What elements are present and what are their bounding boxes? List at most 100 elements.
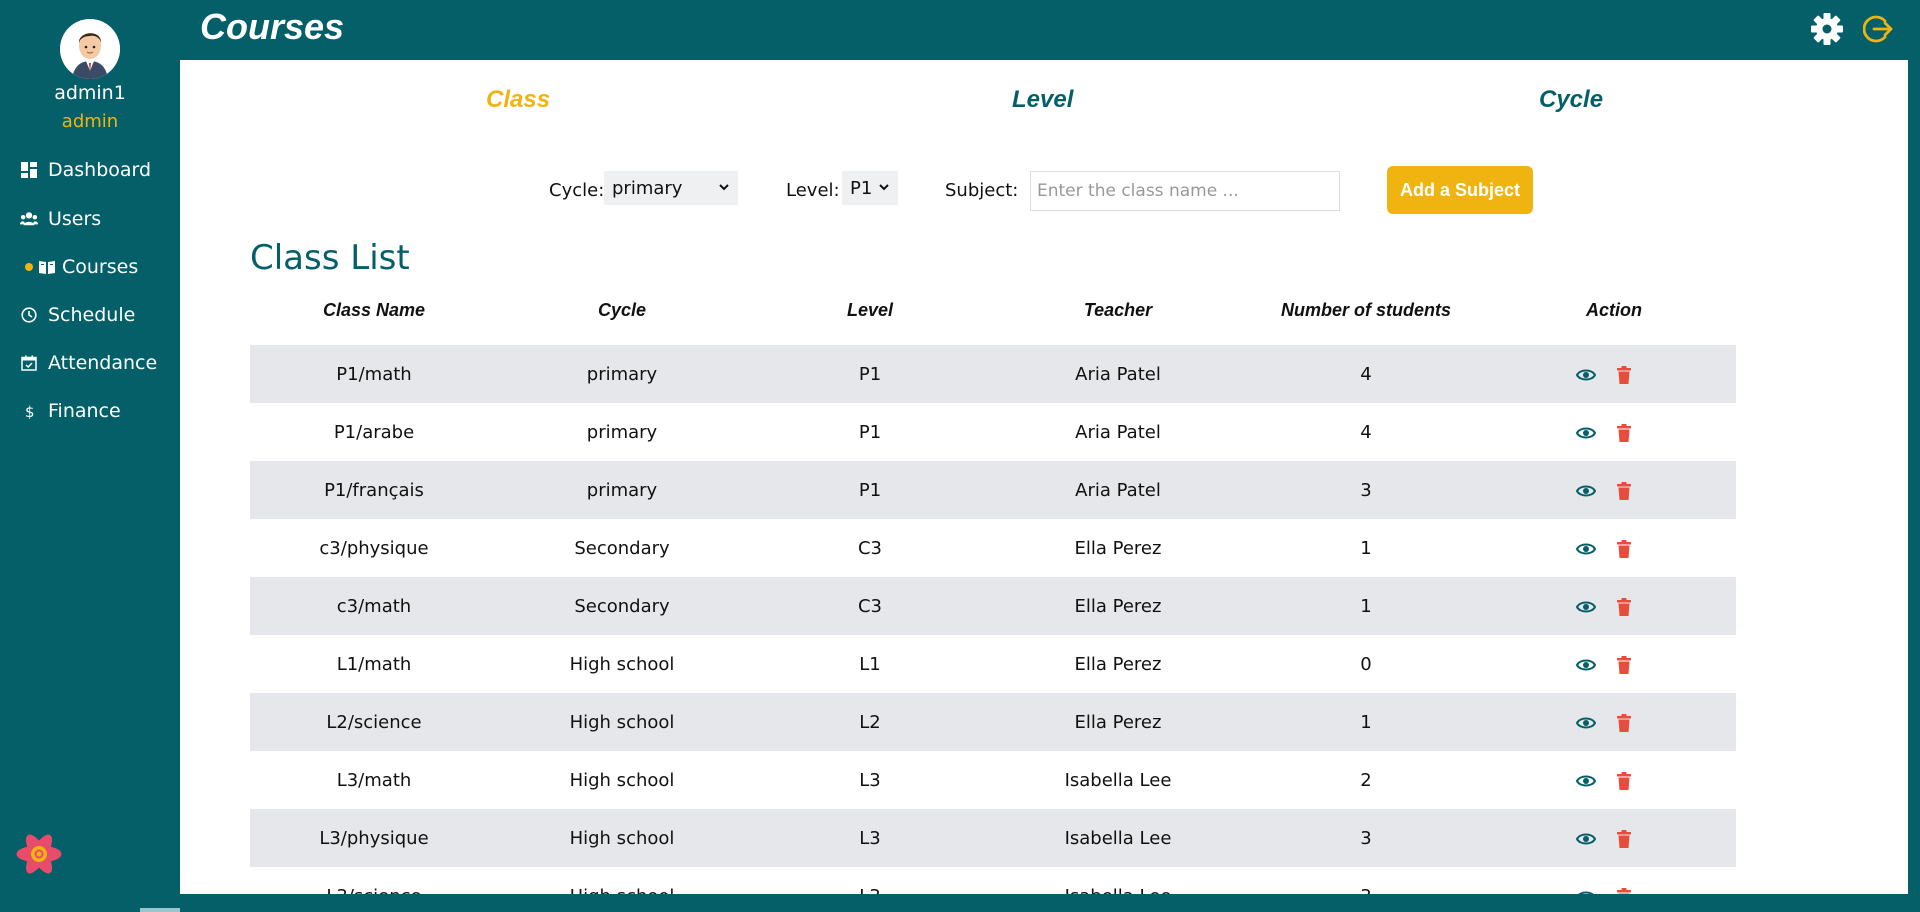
level-cell: C3 — [857, 596, 883, 617]
cycle-select[interactable]: primary — [604, 171, 738, 205]
cycle-cell: primary — [586, 364, 658, 385]
eye-icon[interactable] — [1576, 713, 1596, 733]
teacher-cell: Isabella Lee — [1064, 828, 1172, 849]
eye-icon[interactable] — [1576, 887, 1596, 894]
sidebar-item-courses[interactable]: Courses — [0, 249, 180, 285]
level-cell: P1 — [858, 480, 882, 501]
dollar-icon: $ — [20, 402, 38, 420]
horizontal-scrollbar[interactable] — [180, 894, 1920, 912]
sidebar-item-label: Users — [48, 208, 102, 230]
eye-icon[interactable] — [1576, 597, 1596, 617]
eye-icon[interactable] — [1576, 365, 1596, 385]
level-cell: L3 — [859, 770, 881, 791]
students-cell: 3 — [1360, 480, 1372, 501]
trash-icon[interactable] — [1614, 655, 1634, 675]
level-cell: L3 — [746, 886, 994, 894]
teacher-cell: Isabella Lee — [1064, 770, 1172, 791]
table-row: L3/scienceHigh schoolL3Isabella Lee3 — [250, 867, 1736, 894]
level-cell: L1 — [859, 654, 881, 675]
teacher-cell: Isabella Lee — [994, 886, 1242, 894]
sidebar-item-label: Schedule — [48, 304, 136, 326]
teacher-cell: Ella Perez — [1074, 538, 1162, 559]
trash-icon[interactable] — [1614, 597, 1634, 617]
level-cell: L3 — [859, 828, 881, 849]
cycle-cell: primary — [586, 480, 658, 501]
sidebar-item-dashboard[interactable]: Dashboard — [0, 152, 180, 188]
students-cell: 2 — [1360, 770, 1372, 791]
tab-cycle[interactable]: Cycle — [1539, 86, 1603, 114]
students-cell: 3 — [1242, 886, 1490, 894]
chevron-down-icon — [719, 184, 729, 191]
eye-icon[interactable] — [1576, 539, 1596, 559]
logout-icon[interactable] — [1863, 13, 1895, 45]
dashboard-icon — [20, 161, 38, 179]
cycle-cell: Secondary — [574, 596, 670, 617]
clock-icon — [20, 306, 38, 324]
table-row: c3/math Secondary C3 Ella Perez 1 — [250, 577, 1736, 635]
level-cell: P1 — [858, 364, 882, 385]
react-logo-icon — [16, 834, 62, 874]
cycle-cell: High school — [498, 886, 746, 894]
level-select[interactable]: P1 — [842, 171, 898, 205]
eye-icon[interactable] — [1576, 423, 1596, 443]
table-header: Class Name Cycle Level Teacher Number of… — [250, 300, 1736, 330]
class-name-cell: P1/français — [324, 480, 424, 501]
chevron-down-icon — [879, 184, 889, 191]
sidebar-item-schedule[interactable]: Schedule — [0, 297, 180, 333]
table-row: P1/math primary P1 Aria Patel 4 — [250, 345, 1736, 403]
subject-label: Subject: — [945, 180, 1019, 201]
teacher-cell: Aria Patel — [1075, 480, 1161, 501]
book-icon — [38, 258, 56, 276]
level-cell: L2 — [859, 712, 881, 733]
cycle-cell: High school — [569, 770, 675, 791]
teacher-cell: Ella Perez — [1074, 654, 1162, 675]
sidebar: admin1 admin Dashboard Users Courses Sch… — [0, 0, 180, 912]
sidebar-item-label: Dashboard — [48, 159, 152, 181]
students-cell: 1 — [1360, 538, 1372, 559]
trash-icon[interactable] — [1614, 539, 1634, 559]
teacher-cell: Ella Perez — [1074, 712, 1162, 733]
class-name-cell: P1/arabe — [333, 422, 415, 443]
header-class-name: Class Name — [322, 300, 426, 320]
cycle-select-value: primary — [612, 177, 683, 199]
trash-icon[interactable] — [1614, 365, 1634, 385]
level-select-value: P1 — [850, 177, 873, 199]
trash-icon[interactable] — [1614, 481, 1634, 501]
sidebar-item-attendance[interactable]: Attendance — [0, 345, 180, 381]
class-name-cell: L3/math — [336, 770, 412, 791]
trash-icon[interactable] — [1614, 771, 1634, 791]
eye-icon[interactable] — [1576, 771, 1596, 791]
eye-icon[interactable] — [1576, 829, 1596, 849]
sidebar-item-finance[interactable]: $ Finance — [0, 393, 180, 429]
table-row: L1/math High school L1 Ella Perez 0 — [250, 635, 1736, 693]
header-number-of-students: Number of students — [1280, 300, 1451, 320]
trash-icon[interactable] — [1614, 887, 1634, 894]
level-label: Level: — [786, 180, 840, 201]
user-name: admin1 — [54, 82, 126, 104]
header-teacher: Teacher — [1083, 300, 1153, 320]
students-cell: 1 — [1360, 712, 1372, 733]
scrollbar-thumb[interactable] — [140, 908, 180, 912]
table-row: P1/français primary P1 Aria Patel 3 — [250, 461, 1736, 519]
subject-input[interactable] — [1030, 171, 1340, 211]
students-cell: 3 — [1360, 828, 1372, 849]
tab-level[interactable]: Level — [1012, 86, 1073, 114]
eye-icon[interactable] — [1576, 655, 1596, 675]
tab-class[interactable]: Class — [486, 86, 550, 114]
user-role: admin — [61, 111, 119, 132]
avatar[interactable] — [60, 19, 120, 79]
trash-icon[interactable] — [1614, 423, 1634, 443]
trash-icon[interactable] — [1614, 829, 1634, 849]
sidebar-item-label: Courses — [62, 256, 139, 278]
class-name-cell: L2/science — [326, 712, 422, 733]
gear-icon[interactable] — [1810, 12, 1844, 46]
sidebar-item-users[interactable]: Users — [0, 201, 180, 237]
trash-icon[interactable] — [1614, 713, 1634, 733]
table-row: L2/science High school L2 Ella Perez 1 — [250, 693, 1736, 751]
add-subject-button[interactable]: Add a Subject — [1387, 166, 1533, 214]
eye-icon[interactable] — [1576, 481, 1596, 501]
page-title: Courses — [200, 6, 345, 47]
cycle-cell: High school — [569, 828, 675, 849]
cycle-label: Cycle: — [549, 180, 605, 201]
class-name-cell: L1/math — [336, 654, 412, 675]
